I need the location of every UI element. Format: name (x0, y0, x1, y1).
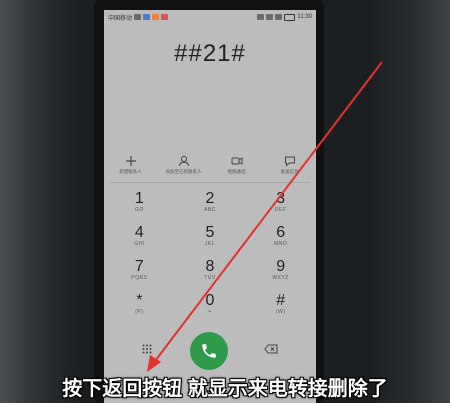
dialed-number[interactable]: ##21# (104, 40, 316, 68)
key-1[interactable]: 1 GO (104, 190, 175, 214)
key-4[interactable]: 4 GHI (104, 224, 175, 248)
key-8[interactable]: 8 TUV (175, 258, 246, 282)
key-star[interactable]: * (P) (104, 292, 175, 316)
app-icon (152, 14, 160, 20)
backspace-icon[interactable] (264, 344, 278, 354)
key-7[interactable]: 7 PQRS (104, 258, 175, 282)
new-contact-button[interactable]: 新建联系人 (106, 155, 156, 175)
app-icon (143, 14, 151, 20)
dial-keypad: 1 GO 2 ABC 3 DEF 4 GHI 5 JKL 6 MNO 7 PQRS 8 TUV … (104, 190, 316, 316)
alarm-icon (257, 14, 265, 20)
signal-icon (275, 14, 283, 20)
app-icon (161, 14, 169, 20)
clock: 11:30 (297, 14, 312, 20)
dialer-screen: 中国移动 11:30 ##21# 新建联系人 添加至已有联系人 视频通话 发送信… (104, 10, 316, 403)
send-message-button[interactable]: 发送信息 (265, 155, 315, 175)
caption-text: 按下返回按钮 就显示来电转接删除了 (62, 378, 388, 400)
key-6[interactable]: 6 MNO (245, 224, 316, 248)
video-icon (231, 157, 242, 165)
wifi-icon (266, 14, 274, 20)
key-2[interactable]: 2 ABC (175, 190, 246, 214)
keypad-toggle-icon[interactable] (142, 344, 152, 354)
status-bar: 中国移动 11:30 (104, 10, 316, 24)
video-call-button[interactable]: 视频通话 (212, 155, 262, 175)
battery-icon (284, 13, 296, 21)
key-9[interactable]: 9 WXYZ (245, 258, 316, 282)
dialer-bottom-row (104, 332, 316, 372)
person-icon (178, 156, 189, 167)
key-hash[interactable]: # (W) (245, 292, 316, 316)
key-5[interactable]: 5 JKL (175, 224, 246, 248)
plus-icon (125, 156, 136, 166)
key-3[interactable]: 3 DEF (245, 190, 316, 214)
message-icon (284, 156, 295, 167)
dialer-actions: 新建联系人 添加至已有联系人 视频通话 发送信息 (104, 155, 316, 175)
add-to-contact-button[interactable]: 添加至已有联系人 (159, 155, 209, 175)
divider (110, 182, 310, 183)
key-0[interactable]: 0 + (175, 292, 246, 316)
phone-icon (202, 344, 216, 358)
carrier-label: 中国移动 (108, 15, 133, 22)
notification-icon (134, 14, 142, 20)
call-button[interactable] (190, 332, 228, 370)
